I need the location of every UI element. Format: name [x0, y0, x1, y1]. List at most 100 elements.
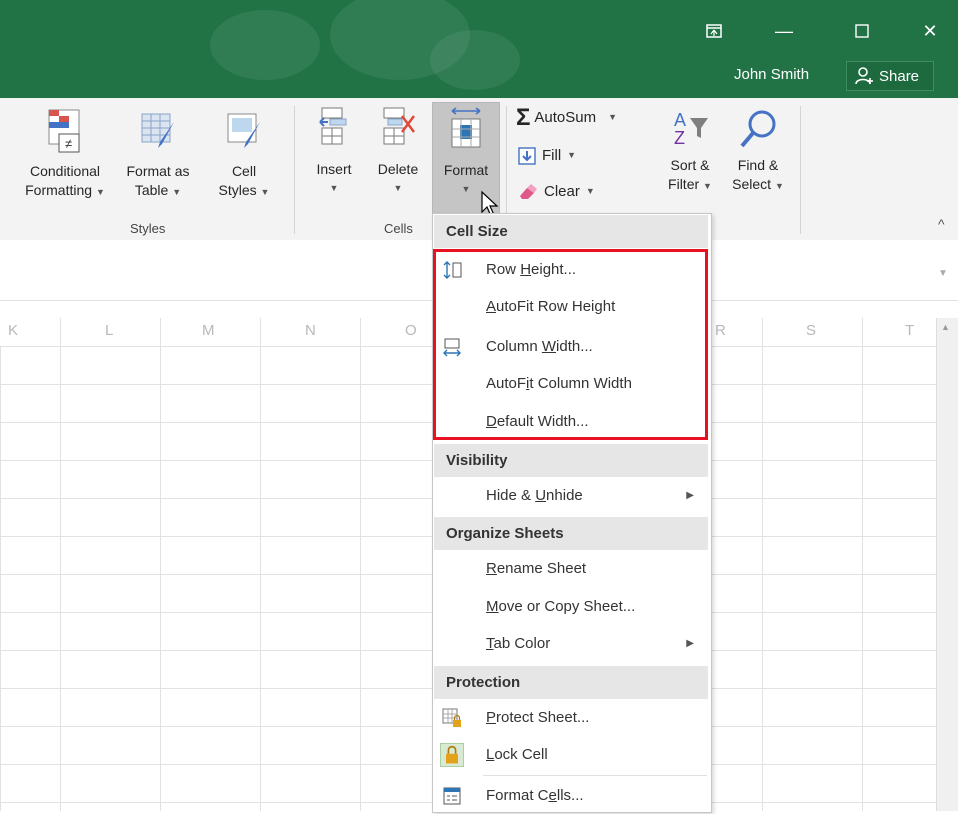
lock-cell-post: ock Cell — [494, 746, 548, 763]
submenu-arrow-icon: ▶ — [686, 490, 694, 501]
find-select-button[interactable]: Find & Select ▼ — [724, 106, 792, 196]
insert-label: Insert — [316, 161, 352, 177]
chevron-down-icon: ▼ — [260, 187, 270, 197]
menu-section-visibility: Visibility — [434, 444, 708, 477]
fill-label: Fill — [542, 147, 562, 164]
scroll-up-icon[interactable]: ▲ — [941, 322, 950, 332]
format-cells-dialog-icon — [443, 787, 461, 805]
conditional-formatting-button[interactable]: ≠ Conditional Formatting ▼ — [20, 108, 110, 202]
maximize-button[interactable] — [842, 14, 882, 48]
svg-text:Z: Z — [674, 128, 685, 148]
autosum-label: AutoSum — [534, 109, 597, 126]
column-header-s[interactable]: S — [806, 322, 816, 339]
conditional-formatting-label-1: Conditional — [29, 163, 101, 179]
cell-size-highlight — [433, 249, 708, 440]
format-cells-pre: Format C — [486, 787, 549, 804]
format-cells-post: lls... — [556, 787, 584, 804]
clear-button[interactable]: Clear ▼ — [518, 182, 608, 201]
sort-filter-button[interactable]: A Z Sort & Filter ▼ — [660, 106, 720, 196]
cell-styles-label-1: Cell — [231, 163, 257, 179]
grid-line — [260, 318, 261, 811]
expand-formula-bar-icon[interactable]: ▼ — [938, 268, 948, 279]
menu-section-protection: Protection — [434, 666, 708, 699]
grid-line — [862, 318, 863, 811]
close-button[interactable]: ✕ — [910, 14, 950, 48]
menu-item-protect-sheet[interactable]: Protect Sheet... — [434, 700, 708, 736]
column-header-o[interactable]: O — [405, 322, 417, 339]
tab-color-post: ab Color — [493, 635, 551, 652]
svg-text:A: A — [674, 110, 686, 130]
sort-filter-icon: A Z — [674, 110, 708, 148]
delete-cells-icon — [383, 107, 415, 145]
chevron-down-icon: ▼ — [608, 112, 618, 122]
cells-group-label: Cells — [384, 221, 413, 236]
menu-item-move-copy-sheet[interactable]: Move or Copy Sheet... — [434, 589, 708, 625]
column-header-m[interactable]: M — [202, 322, 215, 339]
column-header-t[interactable]: T — [905, 322, 914, 339]
insert-cells-icon — [319, 107, 347, 145]
tab-color-ul: T — [486, 635, 494, 652]
eraser-icon — [520, 183, 537, 199]
protect-sheet-icon — [442, 708, 461, 727]
grid-line — [360, 318, 361, 811]
collapse-ribbon-icon[interactable]: ^ — [938, 216, 945, 232]
chevron-down-icon: ▼ — [95, 187, 105, 197]
ribbon-display-options-icon[interactable] — [694, 14, 734, 48]
chevron-down-icon: ▼ — [567, 150, 577, 160]
format-label: Format — [443, 162, 489, 178]
chevron-down-icon: ▼ — [393, 183, 403, 193]
format-as-table-button[interactable]: Format as Table ▼ — [118, 108, 198, 202]
hide-unhide-post: nhide — [546, 487, 583, 504]
move-copy-post: ove or Copy Sheet... — [498, 598, 636, 615]
svg-text:≠: ≠ — [65, 136, 72, 151]
delete-label: Delete — [377, 161, 419, 177]
grid-line — [762, 318, 763, 811]
hide-unhide-ul: U — [535, 487, 547, 504]
group-separator — [800, 106, 801, 234]
format-cells-icon — [451, 107, 481, 148]
cell-styles-label-2: Styles — [218, 182, 257, 198]
delete-button[interactable]: Delete ▼ — [368, 106, 428, 198]
menu-item-tab-color[interactable]: Tab Color ▶ — [434, 626, 708, 662]
styles-group-label: Styles — [130, 221, 166, 236]
menu-item-lock-cell[interactable]: Lock Cell — [434, 737, 708, 773]
chevron-down-icon: ▼ — [585, 186, 595, 196]
column-header-l[interactable]: L — [105, 322, 113, 339]
cell-styles-button[interactable]: Cell Styles ▼ — [206, 108, 282, 202]
conditional-formatting-icon: ≠ — [48, 109, 80, 153]
chevron-down-icon: ▼ — [172, 187, 182, 197]
chevron-down-icon: ▼ — [774, 181, 784, 191]
chevron-down-icon: ▼ — [329, 183, 339, 193]
format-as-table-label-2: Table — [134, 182, 169, 198]
minimize-button[interactable]: — — [764, 14, 804, 48]
fill-button[interactable]: Fill ▼ — [518, 146, 598, 165]
format-cells-ul: e — [548, 787, 557, 804]
user-name[interactable]: John Smith — [734, 66, 809, 83]
sigma-icon: Σ — [516, 104, 531, 131]
insert-button[interactable]: Insert ▼ — [306, 106, 362, 198]
rename-ul: R — [486, 560, 497, 577]
grid-line — [60, 318, 61, 811]
menu-section-organize-sheets: Organize Sheets — [434, 517, 708, 550]
column-header-n[interactable]: N — [305, 322, 316, 339]
title-decoration — [210, 10, 320, 80]
submenu-arrow-icon: ▶ — [686, 638, 694, 649]
sort-filter-label-2: Filter — [668, 176, 700, 192]
find-select-label-2: Select — [732, 176, 772, 192]
protect-sheet-post: rotect Sheet... — [496, 709, 590, 726]
column-header-r[interactable]: R — [715, 322, 726, 339]
clear-label: Clear — [544, 183, 580, 200]
title-bar: — ✕ John Smith Share — [0, 0, 958, 98]
share-button[interactable]: Share — [846, 61, 934, 91]
column-header-k[interactable]: K — [8, 322, 18, 339]
vertical-scrollbar[interactable]: ▲ — [936, 318, 958, 811]
rename-post: ename Sheet — [496, 560, 587, 577]
menu-item-hide-unhide[interactable]: Hide & Unhide ▶ — [434, 478, 708, 514]
menu-item-format-cells[interactable]: Format Cells... — [434, 778, 708, 814]
grid-line — [160, 318, 161, 811]
cell-styles-icon — [227, 113, 260, 148]
fill-down-icon — [518, 146, 536, 165]
menu-item-rename-sheet[interactable]: Rename Sheet — [434, 551, 708, 587]
autosum-button[interactable]: Σ AutoSum ▼ — [516, 104, 656, 131]
share-label: Share — [879, 67, 920, 85]
